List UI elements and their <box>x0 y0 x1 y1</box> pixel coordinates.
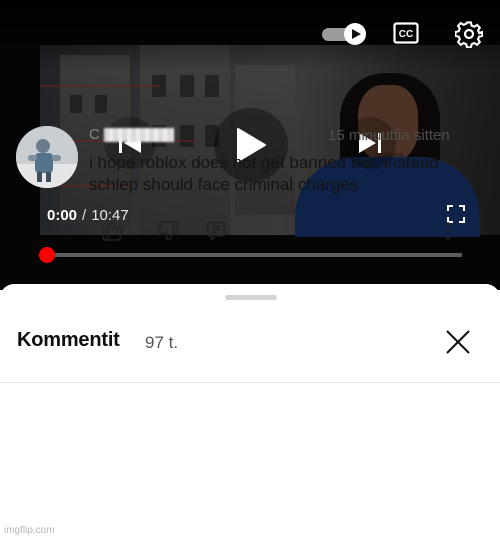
comment-author[interactable]: C <box>89 126 179 144</box>
progress-scrubber[interactable] <box>39 247 55 263</box>
progress-bar[interactable] <box>47 253 462 257</box>
reply-icon[interactable] <box>205 220 227 242</box>
watermark: imgflip.com <box>4 525 55 536</box>
autoplay-play-icon <box>352 29 361 39</box>
close-icon[interactable] <box>445 329 471 355</box>
autoplay-toggle[interactable] <box>322 23 366 45</box>
current-time: 0:00 <box>47 207 78 224</box>
svg-text:CC: CC <box>399 29 413 40</box>
captions-icon[interactable]: CC <box>393 22 419 44</box>
more-options-icon[interactable] <box>437 220 459 242</box>
comments-title: Kommentit <box>17 329 120 351</box>
comments-count: 97 t. <box>145 333 179 352</box>
thumbs-down-icon[interactable] <box>157 220 179 242</box>
divider <box>0 382 500 383</box>
comment-author-initial: C <box>89 126 100 143</box>
comments-sheet: Kommentit 97 t. <box>0 284 500 540</box>
thumbs-up-icon[interactable] <box>102 220 124 242</box>
avatar[interactable] <box>16 126 78 188</box>
time-separator: / <box>82 207 87 224</box>
comment-text: i hope roblox does not get banned but, i… <box>89 153 439 194</box>
comment-timestamp: 15 minuuttia sitten <box>328 127 450 144</box>
author-name-redaction <box>103 128 174 143</box>
settings-gear-icon[interactable] <box>455 20 483 48</box>
drag-handle[interactable] <box>225 295 277 300</box>
avatar-image <box>16 126 78 188</box>
